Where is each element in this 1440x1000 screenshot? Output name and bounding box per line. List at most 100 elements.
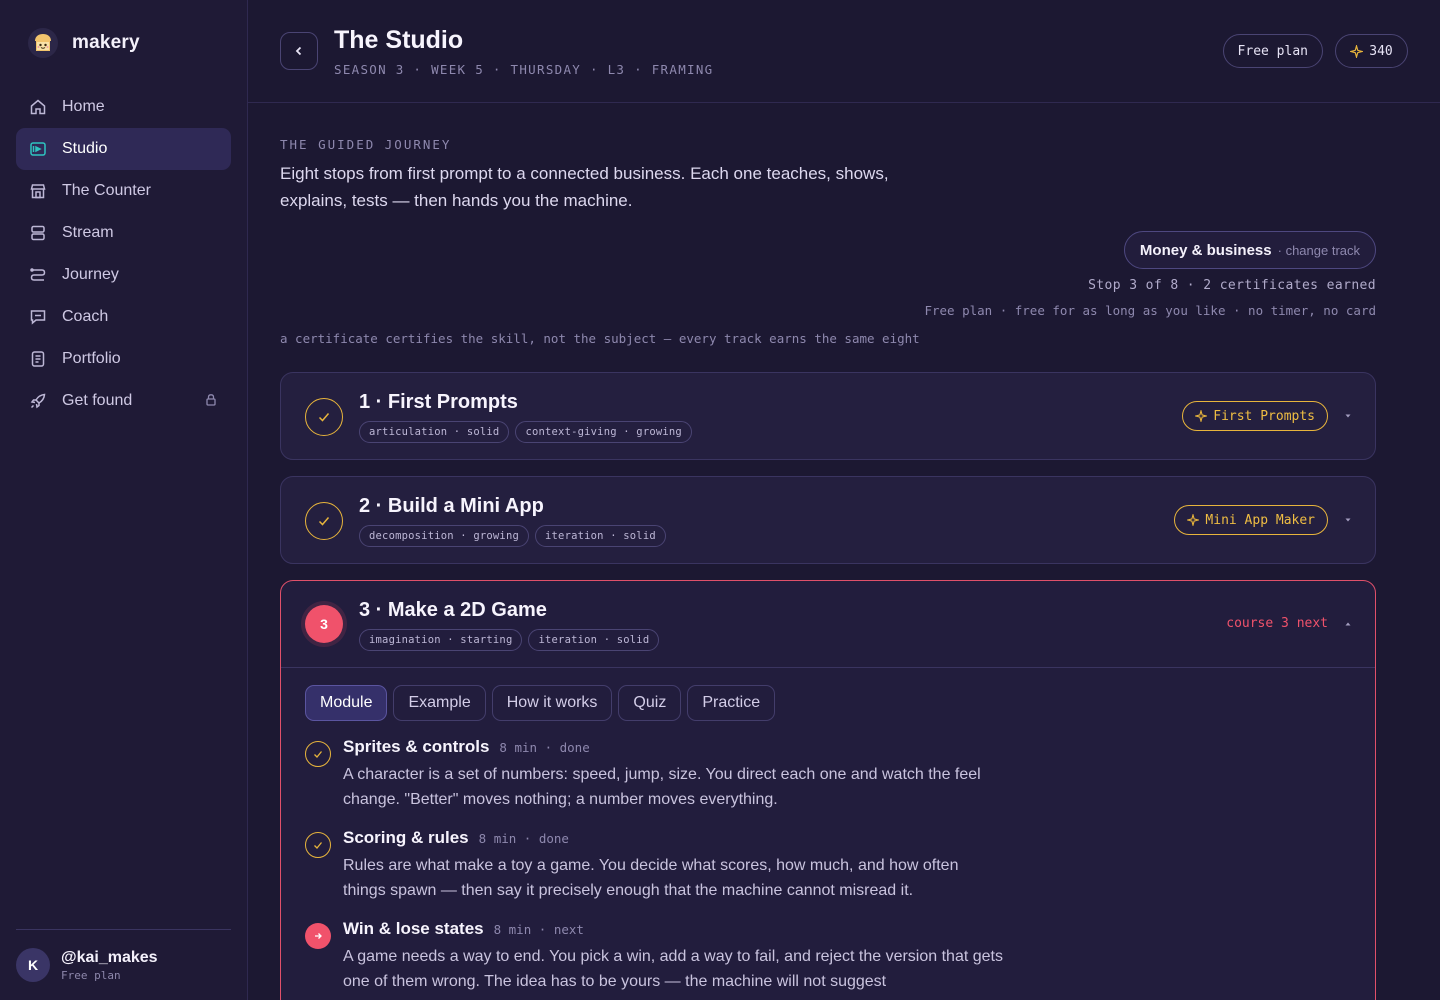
- course-number-badge: 3: [305, 605, 343, 643]
- skill-tag: decomposition · growing: [359, 525, 529, 547]
- completed-check-icon: [305, 398, 343, 436]
- lock-icon: [206, 394, 216, 406]
- route-icon: [28, 265, 48, 285]
- skill-tags: decomposition · growing iteration · soli…: [359, 525, 666, 547]
- brand-name: makery: [72, 32, 140, 53]
- skill-tag: iteration · solid: [535, 525, 666, 547]
- completed-check-icon: [305, 502, 343, 540]
- sidebar-item-home[interactable]: Home: [16, 86, 231, 128]
- user-info: @kai_makes Free plan: [61, 949, 158, 982]
- sparkle-icon: [1187, 514, 1200, 526]
- skill-tag: iteration · solid: [528, 629, 660, 651]
- chat-icon: [28, 307, 48, 327]
- skill-tags: articulation · solid context-giving · gr…: [359, 421, 692, 443]
- lesson-item[interactable]: Sprites & controls 8 min · done A charac…: [305, 737, 1005, 828]
- sidebar-nav: Home Studio The Counter Stream Journey C…: [16, 86, 231, 422]
- sidebar-item-label: Portfolio: [62, 350, 121, 367]
- sidebar-item-stream[interactable]: Stream: [16, 212, 231, 254]
- lesson-item[interactable]: Win & lose states 8 min · next A game ne…: [305, 919, 1005, 1000]
- lesson-title: Win & lose states: [343, 919, 484, 938]
- avatar: K: [16, 948, 50, 982]
- user-handle: @kai_makes: [61, 948, 158, 966]
- chevron-down-icon[interactable]: [1343, 515, 1353, 525]
- lesson-description: Rules are what make a toy a game. You de…: [343, 857, 959, 899]
- course-card-current: 3 3 · Make a 2D Game imagination · start…: [280, 580, 1376, 1000]
- lesson-meta: 8 min · done: [499, 740, 590, 755]
- sidebar-item-label: Get found: [62, 392, 133, 409]
- page-header: The Studio SEASON 3 · WEEK 5 · THURSDAY …: [248, 0, 1440, 103]
- sidebar-item-label: Coach: [62, 308, 109, 325]
- certificate-badge[interactable]: First Prompts: [1182, 401, 1328, 431]
- course-card: 2 · Build a Mini App decomposition · gro…: [280, 476, 1376, 564]
- skill-tags: imagination · starting iteration · solid: [359, 629, 660, 651]
- tab-example[interactable]: Example: [393, 685, 486, 721]
- sidebar-item-studio[interactable]: Studio: [16, 128, 231, 170]
- next-course-label: course 3 next: [1226, 616, 1328, 631]
- course-header[interactable]: 1 · First Prompts articulation · solid c…: [281, 373, 1375, 460]
- track-name: Money & business: [1139, 241, 1272, 259]
- sparkle-icon: [1350, 44, 1364, 58]
- lesson-item[interactable]: Scoring & rules 8 min · done Rules are w…: [305, 828, 1005, 919]
- sidebar-item-coach[interactable]: Coach: [16, 296, 231, 338]
- check-icon: [305, 832, 331, 858]
- studio-icon: [28, 139, 48, 159]
- lesson-description: A character is a set of numbers: speed, …: [343, 766, 981, 808]
- change-track-link[interactable]: · change track: [1278, 243, 1360, 258]
- certificate-note: a certificate certifies the skill, not t…: [280, 331, 920, 346]
- sidebar-item-journey[interactable]: Journey: [16, 254, 231, 296]
- tab-module[interactable]: Module: [305, 685, 388, 721]
- toast-logo-icon: [28, 28, 58, 58]
- sidebar-item-the-counter[interactable]: The Counter: [16, 170, 231, 212]
- sidebar-item-label: The Counter: [62, 182, 151, 199]
- section-eyebrow: THE GUIDED JOURNEY: [280, 137, 452, 152]
- stream-icon: [28, 223, 48, 243]
- portfolio-icon: [28, 349, 48, 369]
- sparkle-icon: [1195, 410, 1208, 422]
- lesson-title: Scoring & rules: [343, 828, 469, 847]
- course-header[interactable]: 3 3 · Make a 2D Game imagination · start…: [281, 581, 1375, 668]
- points-badge[interactable]: 340: [1335, 34, 1408, 68]
- sidebar-item-portfolio[interactable]: Portfolio: [16, 338, 231, 380]
- chevron-left-icon: [295, 46, 302, 56]
- certificate-badge[interactable]: Mini App Maker: [1174, 505, 1328, 535]
- lesson-meta: 8 min · done: [478, 831, 569, 846]
- plan-note: Free plan · free for as long as you like…: [924, 303, 1376, 318]
- sidebar-item-label: Journey: [62, 266, 119, 283]
- store-icon: [28, 181, 48, 201]
- sidebar-item-get-found[interactable]: Get found: [16, 380, 231, 422]
- main-content: The Studio SEASON 3 · WEEK 5 · THURSDAY …: [248, 0, 1440, 1000]
- points-value: 340: [1369, 43, 1393, 59]
- check-icon: [305, 741, 331, 767]
- back-button[interactable]: [280, 32, 318, 70]
- home-icon: [28, 97, 48, 117]
- plan-badge[interactable]: Free plan: [1222, 34, 1323, 68]
- page-title: The Studio: [334, 26, 464, 54]
- course-tabs: Module Example How it works Quiz Practic…: [305, 685, 776, 721]
- tab-practice[interactable]: Practice: [687, 685, 776, 721]
- tab-quiz[interactable]: Quiz: [618, 685, 682, 721]
- skill-tag: imagination · starting: [359, 629, 523, 651]
- divider: [281, 667, 1375, 668]
- brand[interactable]: makery: [28, 28, 140, 58]
- course-title: 2 · Build a Mini App: [359, 495, 544, 517]
- course-title: 1 · First Prompts: [359, 391, 518, 413]
- lesson-description: A game needs a way to end. You pick a wi…: [343, 948, 1003, 990]
- sidebar: makery Home Studio The Counter Stream Jo…: [0, 0, 248, 1000]
- skill-tag: articulation · solid: [359, 421, 510, 443]
- tab-how-it-works[interactable]: How it works: [491, 685, 613, 721]
- breadcrumb: SEASON 3 · WEEK 5 · THURSDAY · L3 · FRAM…: [334, 62, 714, 77]
- chevron-down-icon[interactable]: [1343, 411, 1353, 421]
- course-card: 1 · First Prompts articulation · solid c…: [280, 372, 1376, 460]
- rocket-icon: [28, 391, 48, 411]
- skill-tag: context-giving · growing: [515, 421, 692, 443]
- course-header[interactable]: 2 · Build a Mini App decomposition · gro…: [281, 477, 1375, 564]
- track-selector[interactable]: Money & business · change track: [1123, 231, 1376, 269]
- lesson-title: Sprites & controls: [343, 737, 490, 756]
- progress-summary: Stop 3 of 8 · 2 certificates earned: [1088, 278, 1376, 293]
- chevron-up-icon[interactable]: [1343, 619, 1353, 629]
- certificate-label: Mini App Maker: [1205, 512, 1315, 528]
- certificate-label: First Prompts: [1213, 408, 1315, 424]
- lesson-list: Sprites & controls 8 min · done A charac…: [305, 737, 1005, 1000]
- journey-intro: Eight stops from first prompt to a conne…: [280, 164, 889, 210]
- user-profile[interactable]: K @kai_makes Free plan: [16, 929, 231, 1000]
